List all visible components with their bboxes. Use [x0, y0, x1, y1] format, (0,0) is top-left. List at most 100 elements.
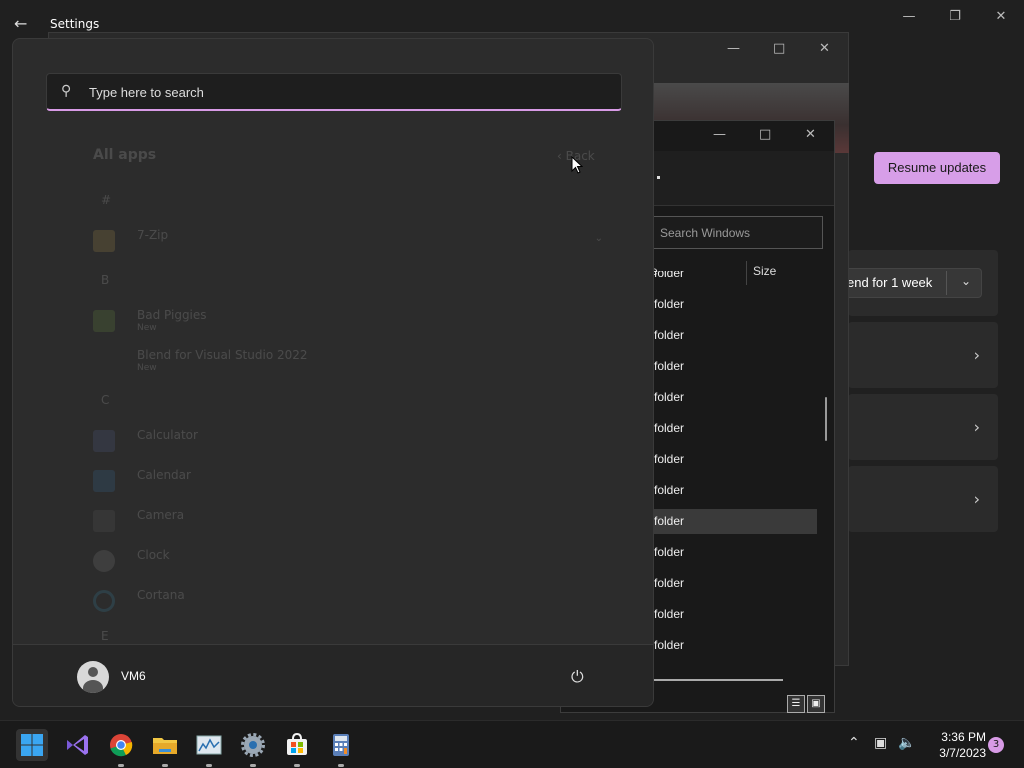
user-avatar[interactable] [77, 661, 109, 693]
maximize-icon[interactable]: □ [759, 127, 771, 142]
file-row[interactable]: folder [649, 602, 817, 627]
settings-card-3[interactable]: › [848, 466, 998, 532]
network-icon[interactable]: ▣ [874, 735, 887, 751]
chrome-icon[interactable] [105, 729, 137, 761]
start-footer: VM6 ⏻ [13, 644, 653, 706]
app-name: Camera [137, 508, 185, 522]
settings-card-2[interactable]: › [848, 394, 998, 460]
clock-time: 3:36 PM [941, 730, 986, 744]
app-item-clock[interactable]: Clock [93, 545, 603, 579]
file-row[interactable]: folder [649, 292, 817, 317]
start-button[interactable] [16, 729, 48, 761]
running-indicator [294, 764, 300, 767]
minimize-icon[interactable]: — [727, 41, 740, 56]
app-name: Clock [137, 548, 170, 562]
chevron-right-icon: › [973, 417, 980, 437]
visual-studio-icon[interactable] [61, 729, 93, 761]
settings-gear-icon[interactable] [237, 729, 269, 761]
app-item-bad-piggies[interactable]: Bad Piggies New [93, 305, 603, 339]
resource-monitor-icon[interactable] [193, 729, 225, 761]
running-indicator [338, 764, 344, 767]
app-item-calculator[interactable]: Calculator [93, 425, 603, 459]
app-badge: New [137, 323, 157, 333]
horizontal-scrollbar[interactable] [653, 679, 783, 681]
file-row[interactable]: folder [649, 447, 817, 472]
running-indicator [162, 764, 168, 767]
file-row[interactable]: folder [649, 633, 817, 658]
file-row[interactable]: folder [649, 416, 817, 441]
power-icon[interactable]: ⏻ [571, 667, 591, 687]
cortana-icon [93, 590, 115, 612]
pause-duration-label: end for 1 week [847, 275, 933, 290]
settings-card-1[interactable]: › [848, 322, 998, 388]
chevron-down-icon[interactable]: ⌄ [595, 233, 603, 244]
pause-duration-select[interactable]: end for 1 week ⌄ [840, 268, 982, 298]
group-header[interactable]: # [101, 193, 111, 207]
settings-title: Settings [50, 17, 100, 31]
file-row[interactable]: folder [649, 478, 817, 503]
running-indicator [250, 764, 256, 767]
details-view-icon[interactable]: ☰ [787, 695, 805, 713]
group-header[interactable]: E [101, 629, 109, 643]
file-row[interactable]: folder [649, 354, 817, 379]
chevron-right-icon: › [973, 345, 980, 365]
app-badge: New [137, 363, 157, 373]
app-item-calendar[interactable]: Calendar [93, 465, 603, 499]
start-search-input[interactable] [89, 82, 589, 102]
chevron-right-icon: › [973, 489, 980, 509]
resume-updates-button[interactable]: Resume updates [874, 152, 1000, 184]
group-header[interactable]: C [101, 393, 109, 407]
app-item-blend[interactable]: Blend for Visual Studio 2022 New [93, 345, 603, 379]
app-name: Cortana [137, 588, 185, 602]
app-item-7zip[interactable]: 7-Zip ⌄ [93, 225, 603, 259]
clock-icon [93, 550, 115, 572]
system-clock[interactable]: 3:36 PM 3/7/2023 [918, 729, 986, 761]
start-search-box[interactable]: ⚲ [46, 73, 622, 111]
app-item-cortana[interactable]: Cortana [93, 585, 603, 619]
windows-logo-icon [21, 734, 43, 756]
microsoft-store-icon[interactable] [281, 729, 313, 761]
notification-badge[interactable]: 3 [988, 737, 1004, 753]
app-name: 7-Zip [137, 228, 169, 242]
user-name[interactable]: VM6 [121, 669, 146, 683]
search-windows-input[interactable]: Search Windows [651, 216, 823, 249]
large-icons-view-icon[interactable]: ▣ [807, 695, 825, 713]
app-name: Calculator [137, 428, 198, 442]
calendar-icon [93, 470, 115, 492]
vertical-scrollbar[interactable] [825, 397, 827, 441]
clock-date: 3/7/2023 [939, 746, 986, 760]
running-indicator [206, 764, 212, 767]
close-icon[interactable]: ✕ [819, 41, 830, 56]
file-explorer-icon[interactable] [149, 729, 181, 761]
folder-icon [93, 230, 115, 252]
maximize-icon[interactable]: □ [773, 41, 785, 56]
taskbar: ⌃ ▣ 🔈 3:36 PM 3/7/2023 3 [0, 720, 1024, 768]
file-row[interactable]: folder [649, 385, 817, 410]
file-row[interactable]: folder [649, 509, 817, 534]
camera-icon [93, 510, 115, 532]
game-icon [93, 310, 115, 332]
calculator-taskbar-icon[interactable] [325, 729, 357, 761]
dot-indicator [657, 176, 660, 179]
file-row[interactable]: folder [649, 323, 817, 348]
running-indicator [118, 764, 124, 767]
close-icon[interactable]: ✕ [805, 127, 816, 142]
close-icon[interactable]: ✕ [978, 6, 1024, 28]
group-header[interactable]: B [101, 273, 109, 287]
file-row[interactable]: folder [649, 271, 817, 286]
app-name: Calendar [137, 468, 191, 482]
app-item-camera[interactable]: Camera [93, 505, 603, 539]
view-toggle: ☰ ▣ [787, 691, 827, 713]
minimize-icon[interactable]: — [886, 6, 932, 28]
chevron-up-icon[interactable]: ⌃ [848, 735, 860, 751]
all-apps-title: All apps [93, 147, 157, 163]
volume-icon[interactable]: 🔈 [898, 735, 915, 751]
mouse-cursor-icon [571, 156, 583, 174]
start-menu: ⚲ All apps ‹ Back # 7-Zip ⌄ B Bad Piggie… [12, 38, 654, 707]
maximize-icon[interactable]: ❐ [932, 6, 978, 28]
arrow-left-icon[interactable]: ← [14, 14, 34, 34]
minimize-icon[interactable]: — [713, 127, 726, 142]
select-divider [946, 271, 947, 295]
file-row[interactable]: folder [649, 571, 817, 596]
file-row[interactable]: folder [649, 540, 817, 565]
